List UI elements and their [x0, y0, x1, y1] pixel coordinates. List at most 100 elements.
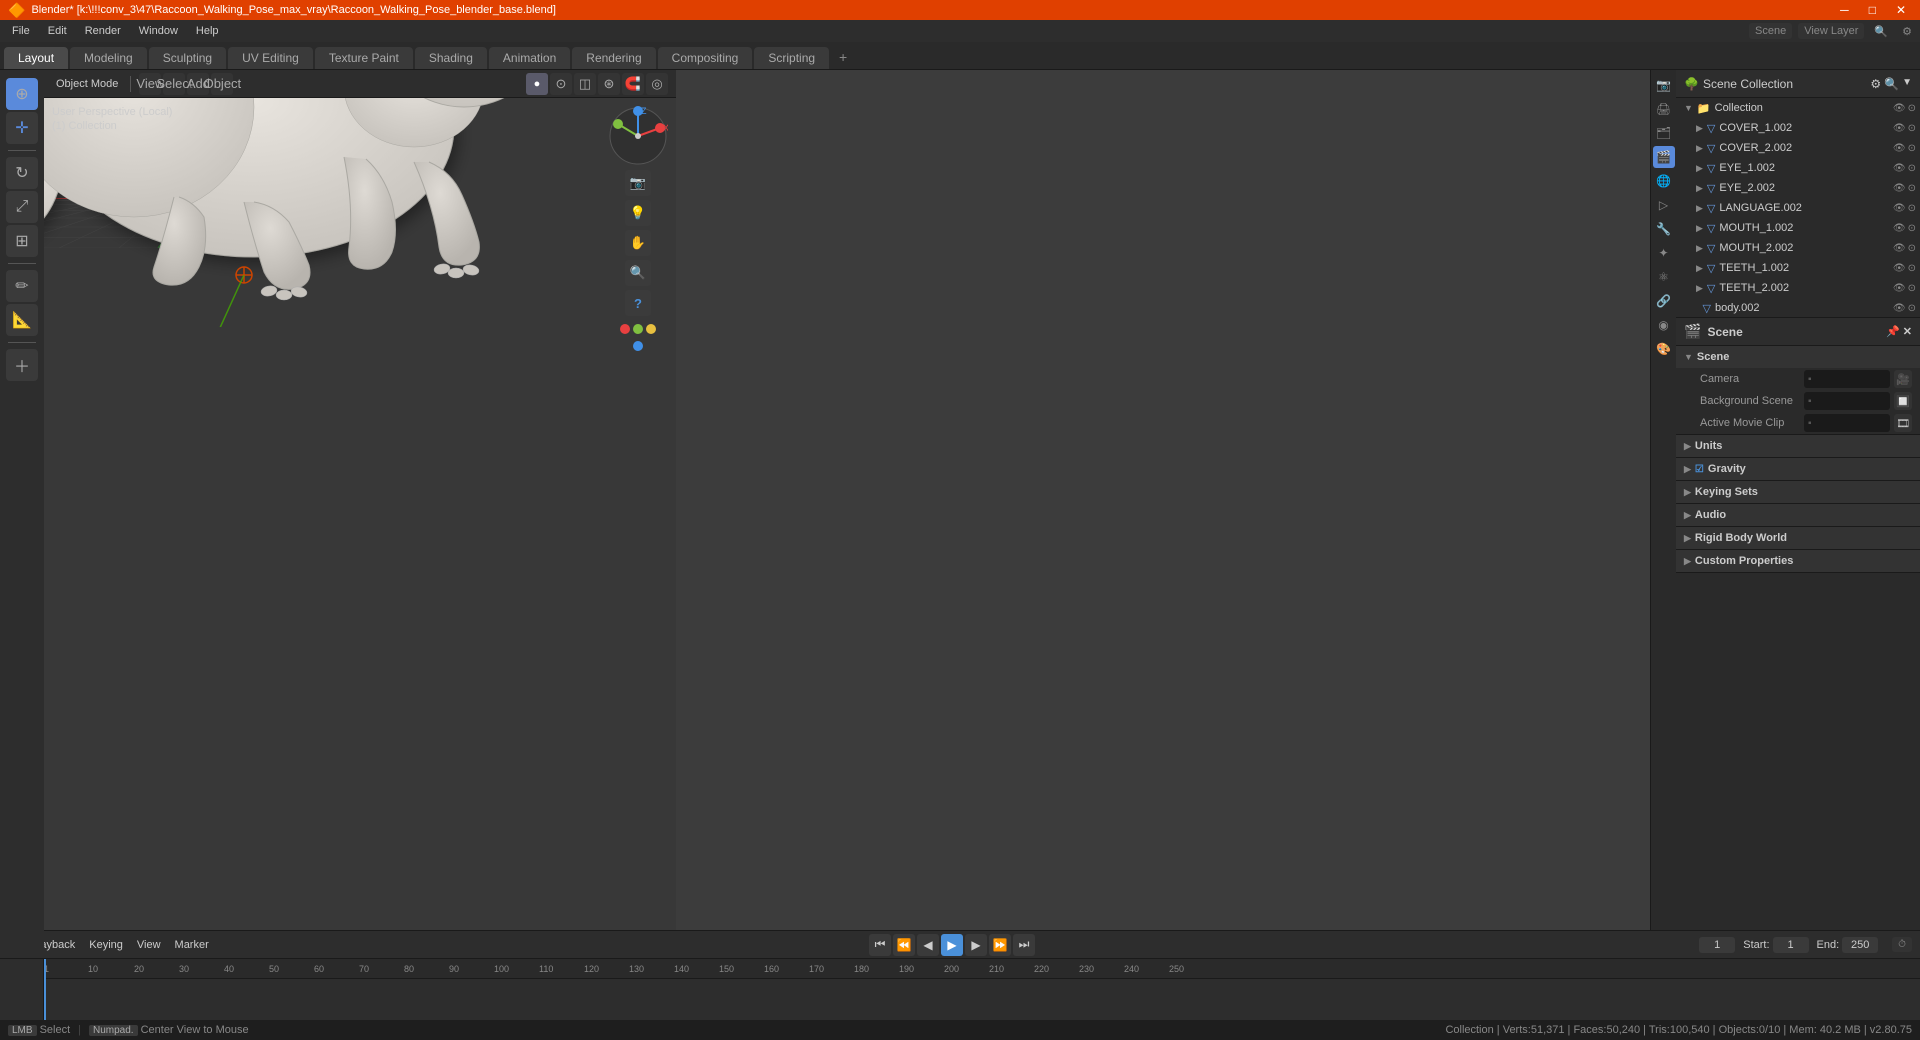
annotate-tool[interactable]: ✏ [6, 270, 38, 302]
visibility-icon[interactable]: 👁 [1893, 283, 1906, 294]
audio-section-header[interactable]: ▶ Audio [1676, 504, 1920, 526]
outliner-item[interactable]: ▶ ▽ LANGUAGE.002 👁 ⊙ [1676, 198, 1920, 218]
outliner-options-icon[interactable]: ▼ [1902, 77, 1912, 91]
visibility-icon[interactable]: 👁 [1893, 163, 1906, 174]
outliner-item[interactable]: ▶ ▽ MOUTH_2.002 👁 ⊙ [1676, 238, 1920, 258]
props-pin-icon[interactable]: 📌 [1886, 325, 1900, 338]
props-world-icon[interactable]: 🌐 [1653, 170, 1675, 192]
tab-layout[interactable]: Layout [4, 47, 68, 69]
next-frame-button[interactable]: ▶ [965, 934, 987, 956]
outliner-item[interactable]: ▶ ▽ COVER_1.002 👁 ⊙ [1676, 118, 1920, 138]
scene-section-header[interactable]: ▼ Scene [1676, 346, 1920, 368]
tab-rendering[interactable]: Rendering [572, 47, 655, 69]
restrict-render-icon[interactable]: ⊙ [1908, 243, 1916, 254]
restrict-render-icon[interactable]: ⊙ [1908, 183, 1916, 194]
restrict-render-icon[interactable]: ⊙ [1908, 223, 1916, 234]
play-button[interactable]: ▶ [941, 934, 963, 956]
restrict-render-icon[interactable]: ⊙ [1908, 123, 1916, 134]
transform-tool[interactable]: ⊞ [6, 225, 38, 257]
visibility-icon[interactable]: 👁 [1893, 203, 1906, 214]
gravity-section-header[interactable]: ▶ ☑ Gravity [1676, 458, 1920, 480]
active-movie-clip-pick-icon[interactable]: 🎞 [1894, 414, 1912, 432]
outliner-item[interactable]: ▶ ▽ COVER_2.002 👁 ⊙ [1676, 138, 1920, 158]
axis-gizmo[interactable]: X Z [608, 106, 668, 166]
tab-shading[interactable]: Shading [415, 47, 487, 69]
visibility-icon[interactable]: 👁 [1893, 223, 1906, 234]
menu-help[interactable]: Help [188, 23, 227, 39]
add-workspace-button[interactable]: + [831, 45, 855, 69]
viewport-shading-solid[interactable]: ● [526, 73, 548, 95]
move-tool[interactable]: ✛ [6, 112, 38, 144]
props-object-icon[interactable]: ▷ [1653, 194, 1675, 216]
timeline-ruler[interactable]: 1 10 20 30 40 50 60 70 80 90 100 110 120… [0, 959, 1920, 1020]
props-material-icon[interactable]: 🎨 [1653, 338, 1675, 360]
scene-selector[interactable]: Scene [1749, 23, 1792, 39]
restrict-render-icon[interactable]: ⊙ [1908, 263, 1916, 274]
props-physics-icon[interactable]: ⚛ [1653, 266, 1675, 288]
viewport-xray[interactable]: ◫ [574, 73, 596, 95]
object-menu[interactable]: Object [211, 73, 233, 95]
prev-keyframe-button[interactable]: ⏪ [893, 934, 915, 956]
visibility-icon[interactable]: 👁 [1893, 123, 1906, 134]
tab-compositing[interactable]: Compositing [658, 47, 753, 69]
rigid-body-world-section-header[interactable]: ▶ Rigid Body World [1676, 527, 1920, 549]
proportional-edit[interactable]: ◎ [646, 73, 668, 95]
background-scene-value[interactable]: ▪ [1804, 392, 1890, 410]
props-particle-icon[interactable]: ✦ [1653, 242, 1675, 264]
minimize-button[interactable]: ─ [1834, 3, 1855, 17]
viewport-mode-selector[interactable]: Object Mode [52, 76, 122, 92]
jump-to-start-button[interactable]: ⏮ [869, 934, 891, 956]
viewport-overlay[interactable]: ⊙ [550, 73, 572, 95]
keying-sets-section-header[interactable]: ▶ Keying Sets [1676, 481, 1920, 503]
add-tool[interactable]: ＋ [6, 349, 38, 381]
close-button[interactable]: ✕ [1890, 3, 1912, 17]
outliner-search-icon[interactable]: 🔍 [1884, 77, 1899, 91]
visibility-icon[interactable]: 👁 [1893, 143, 1906, 154]
visibility-icon[interactable]: 👁 [1893, 103, 1906, 114]
props-close-icon[interactable]: ✕ [1903, 325, 1912, 338]
scale-tool[interactable]: ⤢ [6, 191, 38, 223]
props-view-layer-icon[interactable]: 🗂 [1653, 122, 1675, 144]
start-frame-display[interactable]: 1 [1773, 937, 1809, 953]
outliner-item[interactable]: ▶ ▽ MOUTH_1.002 👁 ⊙ [1676, 218, 1920, 238]
viewport-gizmo[interactable]: ⊛ [598, 73, 620, 95]
marker-menu[interactable]: Marker [171, 937, 213, 953]
outliner-item[interactable]: ▶ ▽ TEETH_2.002 👁 ⊙ [1676, 278, 1920, 298]
visibility-icon[interactable]: 👁 [1893, 303, 1906, 314]
fps-icon[interactable]: ⏱ [1892, 937, 1912, 952]
tab-texture-paint[interactable]: Texture Paint [315, 47, 413, 69]
help-btn[interactable]: ? [625, 290, 651, 316]
snap-toggle[interactable]: 🧲 [622, 73, 644, 95]
viewport-nav-btn[interactable]: ✋ [625, 230, 651, 256]
outliner-item[interactable]: ▼ 📁 Collection 👁 ⊙ [1676, 98, 1920, 118]
restrict-render-icon[interactable]: ⊙ [1908, 283, 1916, 294]
tab-modeling[interactable]: Modeling [70, 47, 147, 69]
active-movie-clip-value[interactable]: ▪ [1804, 414, 1890, 432]
current-frame-display[interactable]: 1 [1699, 937, 1735, 953]
camera-view-btn[interactable]: 📷 [625, 170, 651, 196]
jump-to-end-button[interactable]: ⏭ [1013, 934, 1035, 956]
menu-window[interactable]: Window [131, 23, 186, 39]
search-icon[interactable]: 🔍 [1870, 25, 1892, 38]
background-scene-pick-icon[interactable]: 🔲 [1894, 392, 1912, 410]
custom-properties-section-header[interactable]: ▶ Custom Properties [1676, 550, 1920, 572]
gravity-check[interactable]: ☑ [1695, 464, 1704, 475]
props-scene-icon[interactable]: 🎬 [1653, 146, 1675, 168]
timeline-track[interactable] [44, 979, 1920, 1020]
outliner-item[interactable]: ▶ ▽ TEETH_1.002 👁 ⊙ [1676, 258, 1920, 278]
menu-edit[interactable]: Edit [40, 23, 75, 39]
visibility-icon[interactable]: 👁 [1893, 243, 1906, 254]
outliner-item[interactable]: ▶ ▽ EYE_1.002 👁 ⊙ [1676, 158, 1920, 178]
menu-file[interactable]: File [4, 23, 38, 39]
props-output-icon[interactable]: 🖨 [1653, 98, 1675, 120]
keying-menu[interactable]: Keying [85, 937, 127, 953]
3d-viewport[interactable]: User Perspective (Local) (1) Collection … [44, 98, 676, 950]
restrict-render-icon[interactable]: ⊙ [1908, 163, 1916, 174]
cursor-tool[interactable]: ⊕ [6, 78, 38, 110]
restrict-render-icon[interactable]: ⊙ [1908, 303, 1916, 314]
rotate-tool[interactable]: ↻ [6, 157, 38, 189]
outliner-item[interactable]: ▶ ▽ EYE_2.002 👁 ⊙ [1676, 178, 1920, 198]
props-data-icon[interactable]: ◉ [1653, 314, 1675, 336]
props-modifier-icon[interactable]: 🔧 [1653, 218, 1675, 240]
props-constraint-icon[interactable]: 🔗 [1653, 290, 1675, 312]
